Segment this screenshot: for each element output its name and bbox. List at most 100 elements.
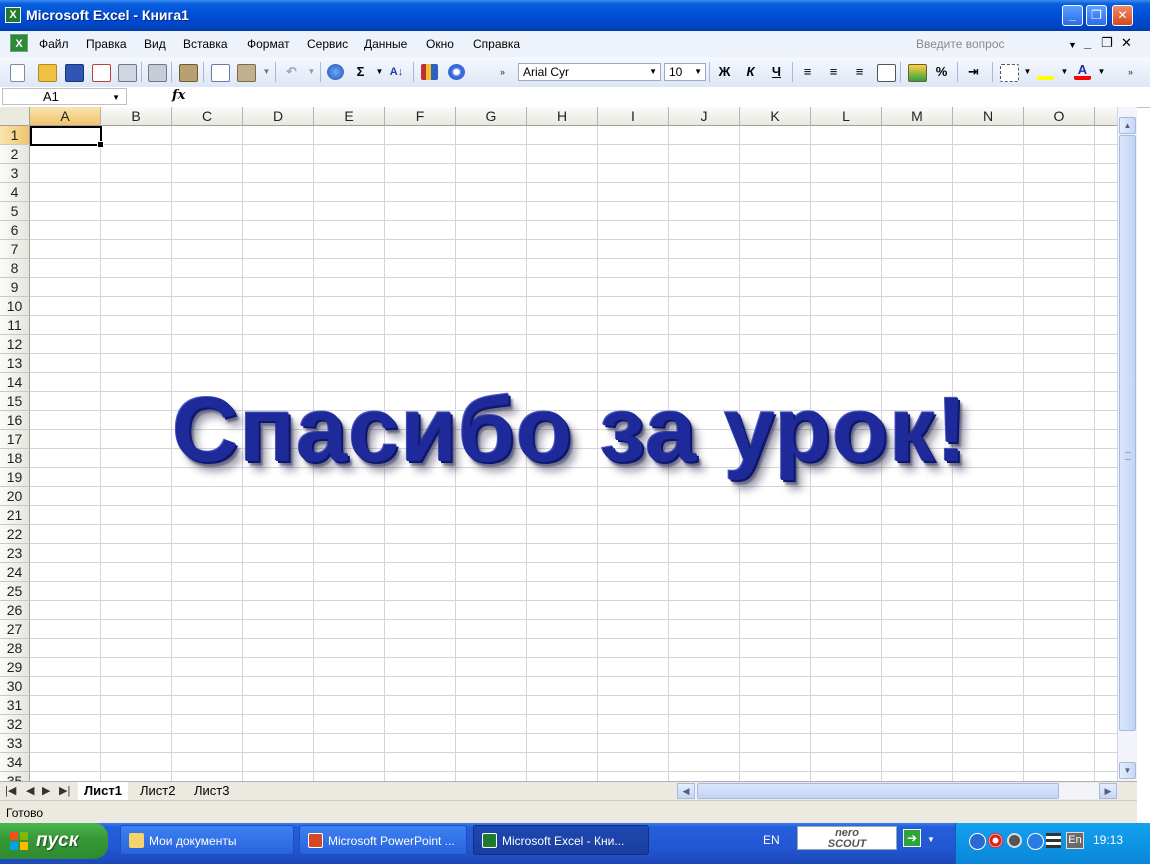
- menu-view[interactable]: Вид: [144, 37, 166, 51]
- minimize-button[interactable]: _: [1062, 5, 1083, 26]
- select-all-corner[interactable]: [0, 107, 30, 126]
- row-header[interactable]: 23: [0, 544, 30, 563]
- next-sheet-icon[interactable]: ▶: [42, 784, 50, 797]
- help-question-input[interactable]: Введите вопрос: [916, 37, 1005, 51]
- scroll-down-icon[interactable]: ▼: [1119, 762, 1136, 779]
- borders-dropdown-icon[interactable]: ▼: [1019, 64, 1036, 80]
- paste-icon[interactable]: [237, 64, 256, 82]
- chevron-down-icon[interactable]: ▼: [112, 90, 120, 105]
- chevron-down-icon[interactable]: ▼: [927, 835, 935, 844]
- row-header[interactable]: 34: [0, 753, 30, 772]
- font-color-icon[interactable]: A: [1074, 63, 1091, 80]
- font-name-select[interactable]: Arial Cyr ▼: [518, 63, 661, 81]
- column-header[interactable]: O: [1024, 107, 1095, 126]
- borders-icon[interactable]: [1000, 64, 1019, 82]
- horizontal-scroll-thumb[interactable]: [697, 783, 1059, 799]
- undo-dropdown-icon[interactable]: ▼: [303, 64, 320, 80]
- doc-minimize-button[interactable]: _: [1084, 35, 1091, 50]
- formula-input[interactable]: [195, 89, 1135, 105]
- column-header-partial[interactable]: [1095, 107, 1117, 126]
- vertical-scrollbar[interactable]: ▲ ▼: [1117, 107, 1137, 781]
- nero-scout-toolbar[interactable]: nero SCOUT: [797, 826, 897, 850]
- menu-format[interactable]: Формат: [247, 37, 290, 51]
- row-header[interactable]: 32: [0, 715, 30, 734]
- spelling-icon[interactable]: [179, 64, 198, 82]
- row-header[interactable]: 20: [0, 487, 30, 506]
- menu-edit[interactable]: Правка: [86, 37, 127, 51]
- row-header[interactable]: 4: [0, 183, 30, 202]
- save-disk-icon[interactable]: [65, 64, 84, 82]
- row-header[interactable]: 6: [0, 221, 30, 240]
- row-header[interactable]: 1: [0, 126, 30, 145]
- column-header[interactable]: H: [527, 107, 598, 126]
- target-icon[interactable]: [988, 833, 1003, 848]
- autosum-dropdown-icon[interactable]: ▼: [371, 64, 388, 80]
- underline-button[interactable]: Ч: [768, 64, 785, 80]
- taskbar-item-my-documents[interactable]: Мои документы: [120, 825, 294, 855]
- row-header[interactable]: 24: [0, 563, 30, 582]
- fill-color-dropdown-icon[interactable]: ▼: [1056, 64, 1073, 80]
- new-document-icon[interactable]: [10, 64, 25, 82]
- percent-button[interactable]: %: [933, 64, 950, 80]
- menu-window[interactable]: Окно: [426, 37, 454, 51]
- bars-icon[interactable]: [1046, 833, 1061, 848]
- menu-tools[interactable]: Сервис: [307, 37, 348, 51]
- excel-app-icon[interactable]: X: [5, 7, 21, 23]
- last-sheet-icon[interactable]: ▶|: [59, 784, 70, 797]
- row-header[interactable]: 25: [0, 582, 30, 601]
- column-header[interactable]: G: [456, 107, 527, 126]
- increase-indent-icon[interactable]: ⇥: [965, 64, 982, 80]
- row-header[interactable]: 13: [0, 354, 30, 373]
- toolbar-options-icon[interactable]: »: [1122, 64, 1139, 80]
- scroll-left-icon[interactable]: ◀: [677, 783, 695, 799]
- permission-icon[interactable]: [92, 64, 111, 82]
- column-header[interactable]: K: [740, 107, 811, 126]
- currency-icon[interactable]: [908, 64, 927, 82]
- align-left-icon[interactable]: ≡: [799, 64, 816, 80]
- row-header[interactable]: 8: [0, 259, 30, 278]
- row-header[interactable]: 10: [0, 297, 30, 316]
- fill-color-icon[interactable]: [1037, 64, 1054, 80]
- close-button[interactable]: ✕: [1112, 5, 1133, 26]
- hyperlink-globe-icon[interactable]: [327, 64, 344, 80]
- row-header[interactable]: 12: [0, 335, 30, 354]
- column-header[interactable]: A: [30, 107, 101, 126]
- column-header[interactable]: J: [669, 107, 740, 126]
- sort-ascending-icon[interactable]: A↓: [388, 64, 405, 80]
- column-header[interactable]: F: [385, 107, 456, 126]
- menu-data[interactable]: Данные: [364, 37, 407, 51]
- print-preview-icon[interactable]: [148, 64, 167, 82]
- row-header[interactable]: 31: [0, 696, 30, 715]
- row-header[interactable]: 22: [0, 525, 30, 544]
- undo-icon[interactable]: ↶: [283, 64, 300, 80]
- chart-wizard-icon[interactable]: [421, 64, 438, 80]
- column-header[interactable]: D: [243, 107, 314, 126]
- menu-help[interactable]: Справка: [473, 37, 520, 51]
- row-header[interactable]: 21: [0, 506, 30, 525]
- fill-handle[interactable]: [97, 141, 104, 148]
- column-header[interactable]: N: [953, 107, 1024, 126]
- scroll-up-icon[interactable]: ▲: [1119, 117, 1136, 134]
- doc-close-button[interactable]: ✕: [1121, 35, 1132, 51]
- window-title-bar[interactable]: X Microsoft Excel - Книга1 _ ❐ ✕: [0, 0, 1150, 31]
- font-size-select[interactable]: 10 ▼: [664, 63, 706, 81]
- sheet-tab-2[interactable]: Лист2: [134, 782, 181, 800]
- taskbar-item-excel[interactable]: Microsoft Excel - Кни...: [473, 825, 649, 855]
- column-header[interactable]: L: [811, 107, 882, 126]
- tray-language-icon[interactable]: En: [1066, 832, 1084, 849]
- go-arrow-icon[interactable]: ➔: [903, 829, 921, 847]
- column-header[interactable]: E: [314, 107, 385, 126]
- doc-restore-button[interactable]: ❐: [1101, 35, 1113, 51]
- row-header[interactable]: 28: [0, 639, 30, 658]
- prev-sheet-icon[interactable]: ◀: [26, 784, 34, 797]
- toolbar-options-icon[interactable]: »: [494, 64, 511, 80]
- column-header[interactable]: I: [598, 107, 669, 126]
- italic-button[interactable]: К: [742, 64, 759, 80]
- autosum-icon[interactable]: Σ: [352, 64, 369, 80]
- row-header[interactable]: 7: [0, 240, 30, 259]
- menu-insert[interactable]: Вставка: [183, 37, 228, 51]
- row-header[interactable]: 30: [0, 677, 30, 696]
- help-tray-icon[interactable]: [1027, 833, 1044, 850]
- insert-function-button[interactable]: fx: [172, 88, 185, 103]
- language-indicator[interactable]: EN: [763, 833, 780, 847]
